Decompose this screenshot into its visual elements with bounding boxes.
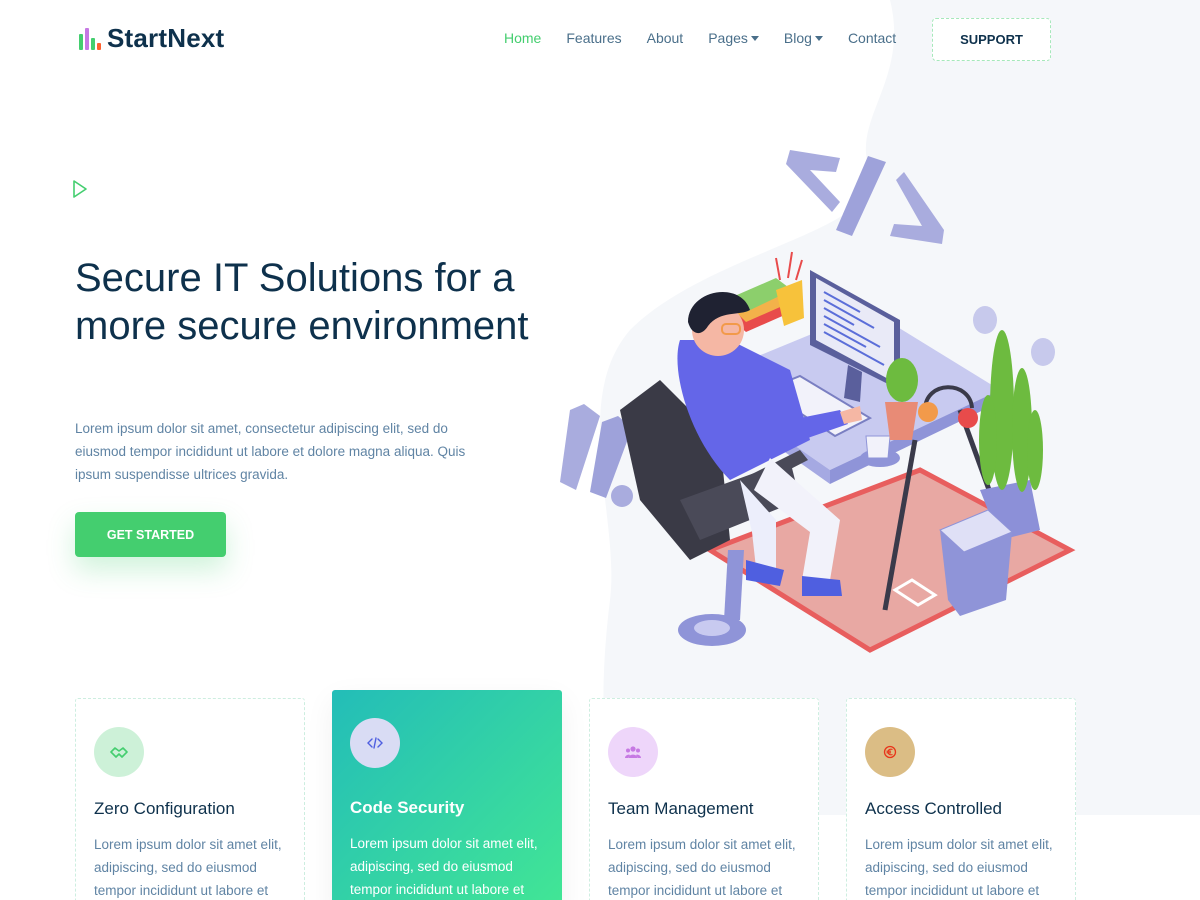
feature-title: Team Management xyxy=(608,799,754,818)
nav-about-label: About xyxy=(646,30,684,46)
feature-title: Code Security xyxy=(350,798,465,817)
feature-title: Zero Configuration xyxy=(94,799,235,818)
feature-text: Lorem ipsum dolor sit amet elit, adipisc… xyxy=(865,837,1053,898)
nav-blog[interactable]: Blog xyxy=(784,30,823,46)
users-icon xyxy=(608,727,658,777)
support-button[interactable]: SUPPORT xyxy=(932,18,1051,61)
nav-pages[interactable]: Pages xyxy=(708,30,759,46)
chevron-down-icon xyxy=(814,35,823,41)
lock-euro-icon xyxy=(865,727,915,777)
feature-card-code-security[interactable]: Code Security Lorem ipsum dolor sit amet… xyxy=(332,690,562,900)
nav-about[interactable]: About xyxy=(647,30,684,46)
nav-features[interactable]: Features xyxy=(566,30,621,46)
code-icon xyxy=(350,718,400,768)
brand-name: StartNext xyxy=(107,23,225,53)
nav-contact[interactable]: Contact xyxy=(848,30,896,46)
feature-text: Lorem ipsum dolor sit amet elit, adipisc… xyxy=(608,837,796,898)
nav-blog-label: Blog xyxy=(783,30,812,46)
feature-title: Access Controlled xyxy=(865,799,1003,818)
nav-contact-label: Contact xyxy=(847,30,897,46)
feature-card-zero-configuration[interactable]: Zero Configuration Lorem ipsum dolor sit… xyxy=(75,698,305,900)
feature-text: Lorem ipsum dolor sit amet elit, adipisc… xyxy=(94,837,282,898)
get-started-button[interactable]: GET STARTED xyxy=(75,512,226,557)
site-header: StartNext Home Features About Pages Blog… xyxy=(0,0,1200,78)
feature-text: Lorem ipsum dolor sit amet elit, adipisc… xyxy=(350,836,538,897)
nav-features-label: Features xyxy=(566,30,622,46)
feature-card-access-controlled[interactable]: Access Controlled Lorem ipsum dolor sit … xyxy=(846,698,1076,900)
handshake-icon xyxy=(94,727,144,777)
play-triangle-icon xyxy=(73,180,87,198)
nav-home-label: Home xyxy=(504,30,542,46)
developer-at-desk-illustration xyxy=(560,150,1076,653)
nav-home[interactable]: Home xyxy=(504,30,541,46)
logo-bars-icon xyxy=(79,27,101,50)
chevron-down-icon xyxy=(750,35,759,41)
nav-pages-label: Pages xyxy=(708,30,748,46)
brand-logo[interactable]: StartNext xyxy=(79,23,224,54)
main-nav: Home Features About Pages Blog Contact xyxy=(504,30,921,46)
code-brackets-icon xyxy=(786,150,944,244)
feature-card-team-management[interactable]: Team Management Lorem ipsum dolor sit am… xyxy=(589,698,819,900)
hero-description: Lorem ipsum dolor sit amet, consectetur … xyxy=(75,421,466,482)
hero-title: Secure IT Solutions for a more secure en… xyxy=(75,256,529,348)
